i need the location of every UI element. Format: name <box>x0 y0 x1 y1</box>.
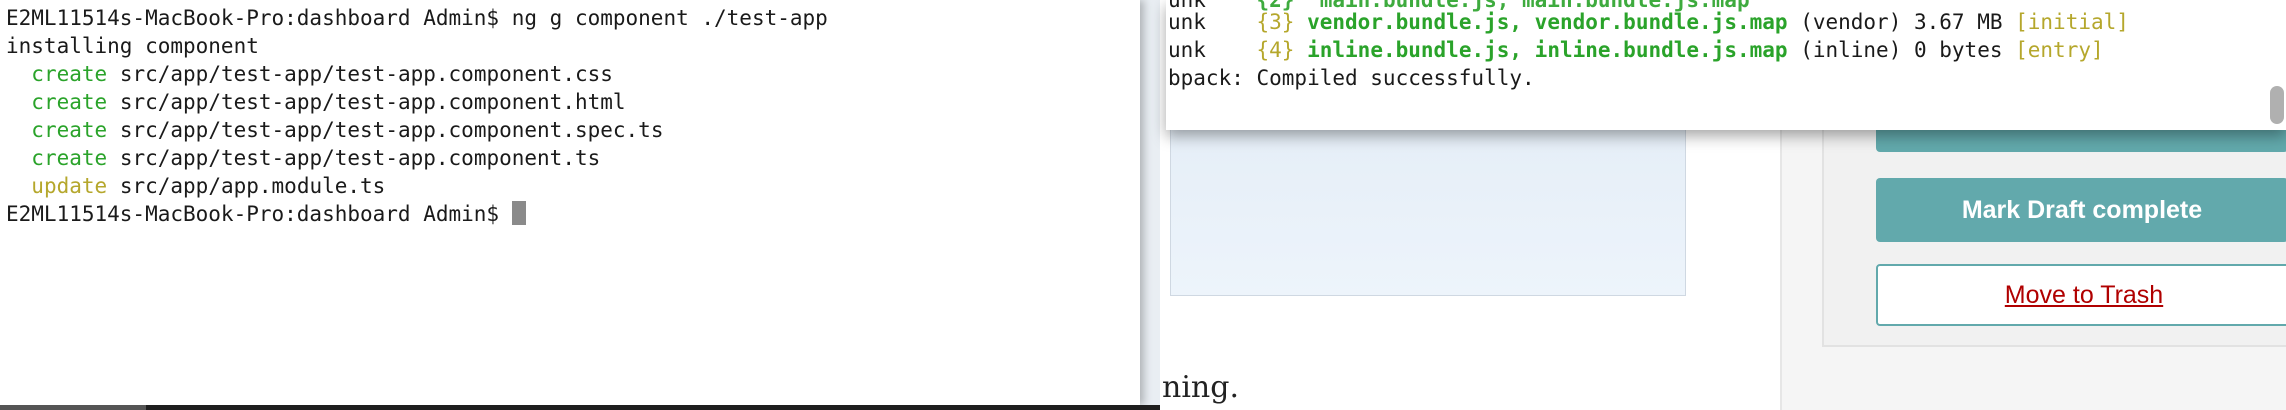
terminal-line-vendor: unk {3} vendor.bundle.js, vendor.bundle.… <box>1168 10 2129 34</box>
body-text-fragment: ning. <box>1162 370 1239 405</box>
terminal-create-line: create src/app/test-app/test-app.compone… <box>31 90 626 114</box>
terminal-create-line: create src/app/test-app/test-app.compone… <box>31 146 601 170</box>
bottom-edge-segment <box>0 405 146 410</box>
terminal-update-line: update src/app/app.module.ts <box>31 174 386 198</box>
bottom-edge <box>0 405 1160 410</box>
terminal-line-compiled: bpack: Compiled successfully. <box>1168 66 1535 90</box>
cli-terminal-window[interactable]: E2ML11514s-MacBook-Pro:dashboard Admin$ … <box>0 0 1140 405</box>
terminal-red-fragment <box>560 0 600 2</box>
terminal-create-line: create src/app/test-app/test-app.compone… <box>31 62 613 86</box>
mark-draft-complete-button[interactable]: Mark Draft complete <box>1876 178 2286 242</box>
terminal-scrollbar[interactable] <box>2270 86 2284 124</box>
content-preview-box <box>1170 122 1686 296</box>
move-to-trash-button[interactable]: Move to Trash <box>1876 264 2286 326</box>
terminal-prompt[interactable]: E2ML11514s-MacBook-Pro:dashboard Admin$ <box>6 200 526 228</box>
terminal-create-line: create src/app/test-app/test-app.compone… <box>31 118 664 142</box>
terminal-cursor <box>511 201 526 225</box>
terminal-line-inline: unk {4} inline.bundle.js, inline.bundle.… <box>1168 38 2104 62</box>
server-terminal-window[interactable]: unk {2} main.bundle.js, main.bundle.js.m… <box>1166 0 2286 130</box>
terminal-output-line: installing component <box>6 34 259 58</box>
terminal-prompt-command: E2ML11514s-MacBook-Pro:dashboard Admin$ … <box>6 6 828 30</box>
